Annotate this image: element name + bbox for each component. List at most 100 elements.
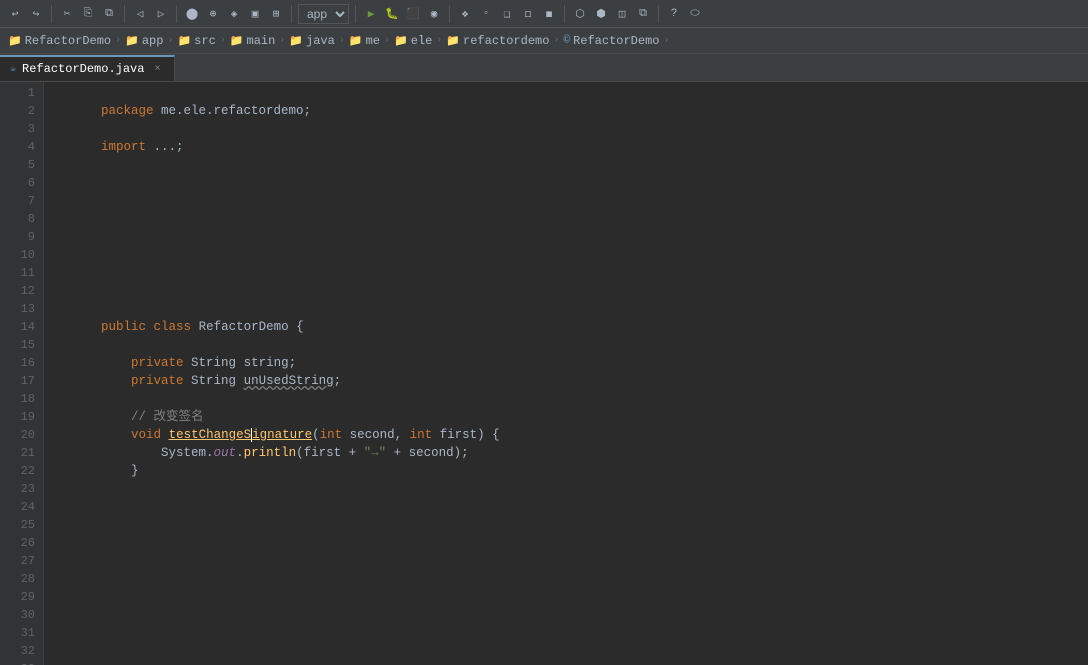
toolbar-run-icon[interactable]: ▶ <box>362 5 380 23</box>
toolbar-icon-7[interactable]: ◈ <box>225 5 243 23</box>
breadcrumb-class[interactable]: © RefactorDemo <box>563 34 659 48</box>
tab-refactordemo[interactable]: ☕ RefactorDemo.java × <box>0 55 175 81</box>
breadcrumb-class-label: RefactorDemo <box>573 34 659 48</box>
breadcrumb-project[interactable]: 📁 RefactorDemo <box>8 34 111 48</box>
toolbar-icon-20[interactable]: ⧉ <box>634 5 652 23</box>
breadcrumb-sep-4: › <box>279 35 285 46</box>
breadcrumb: 📁 RefactorDemo › 📁 app › 📁 src › 📁 main … <box>0 28 1088 54</box>
toolbar-icon-10[interactable]: ⬛ <box>404 5 422 23</box>
toolbar-icon-18[interactable]: ⬢ <box>592 5 610 23</box>
code-line-31 <box>56 624 1088 642</box>
code-line-11 <box>56 264 1088 282</box>
line-num-17: 17 <box>0 372 43 390</box>
java-folder-icon: 📁 <box>289 34 303 48</box>
toolbar: ↩ ↪ ✂ ⎘ ⧉ ◁ ▷ ⬤ ⊕ ◈ ▣ ⊞ app ▶ 🐛 ⬛ ◉ ❖ ◦ … <box>0 0 1088 28</box>
breadcrumb-sep-7: › <box>436 35 442 46</box>
app-folder-icon: 📁 <box>125 34 139 48</box>
toolbar-icon-forward[interactable]: ▷ <box>152 5 170 23</box>
breadcrumb-java[interactable]: 📁 java <box>289 34 335 48</box>
line-num-10: 10 <box>0 246 43 264</box>
toolbar-icon-copy[interactable]: ⎘ <box>79 5 97 23</box>
line-num-23: 23 <box>0 480 43 498</box>
line-num-9: 9 <box>0 228 43 246</box>
line-num-27: 27 <box>0 552 43 570</box>
code-line-33 <box>56 660 1088 665</box>
breadcrumb-sep-1: › <box>115 35 121 46</box>
breadcrumb-main[interactable]: 📁 main <box>230 34 276 48</box>
toolbar-icon-13[interactable]: ◦ <box>477 5 495 23</box>
line-numbers: 1 2 3 4 5 6 7 8 9 10 11 12 13 14 15 16 1… <box>0 82 44 665</box>
toolbar-icon-1[interactable]: ↩ <box>6 5 24 23</box>
toolbar-sep-2 <box>124 5 125 23</box>
editor: 1 2 3 4 5 6 7 8 9 10 11 12 13 14 15 16 1… <box>0 82 1088 665</box>
toolbar-icon-12[interactable]: ❖ <box>456 5 474 23</box>
line-num-15: 15 <box>0 336 43 354</box>
code-line-3: import ...; <box>56 120 1088 138</box>
breadcrumb-app-label: app <box>142 34 164 48</box>
toolbar-sep-4 <box>291 5 292 23</box>
toolbar-help-icon[interactable]: ? <box>665 5 683 23</box>
line-num-8: 8 <box>0 210 43 228</box>
line-num-3: 3 <box>0 120 43 138</box>
toolbar-icon-9[interactable]: ⊞ <box>267 5 285 23</box>
breadcrumb-sep-5: › <box>339 35 345 46</box>
toolbar-icon-15[interactable]: ◻ <box>519 5 537 23</box>
line-num-32: 32 <box>0 642 43 660</box>
toolbar-icon-16[interactable]: ◼ <box>540 5 558 23</box>
toolbar-debug-icon[interactable]: 🐛 <box>383 5 401 23</box>
breadcrumb-src-label: src <box>194 34 216 48</box>
line-num-12: 12 <box>0 282 43 300</box>
me-folder-icon: 📁 <box>349 34 363 48</box>
line-num-33: 33 <box>0 660 43 665</box>
line-num-13: 13 <box>0 300 43 318</box>
line-num-14: 14 <box>0 318 43 336</box>
toolbar-sep-1 <box>51 5 52 23</box>
code-line-6 <box>56 174 1088 192</box>
line-num-18: 18 <box>0 390 43 408</box>
code-area[interactable]: package me.ele.refactordemo; import ...;… <box>44 82 1088 665</box>
toolbar-icon-paste[interactable]: ⧉ <box>100 5 118 23</box>
code-line-28 <box>56 570 1088 588</box>
code-line-32 <box>56 642 1088 660</box>
breadcrumb-app[interactable]: 📁 app <box>125 34 163 48</box>
toolbar-icon-19[interactable]: ◫ <box>613 5 631 23</box>
toolbar-icon-2[interactable]: ↪ <box>27 5 45 23</box>
breadcrumb-me[interactable]: 📁 me <box>349 34 380 48</box>
breadcrumb-ele[interactable]: 📁 ele <box>394 34 432 48</box>
toolbar-icon-6[interactable]: ⊕ <box>204 5 222 23</box>
toolbar-sep-7 <box>564 5 565 23</box>
line-num-31: 31 <box>0 624 43 642</box>
toolbar-icon-14[interactable]: ❑ <box>498 5 516 23</box>
breadcrumb-me-label: me <box>366 34 380 48</box>
code-line-12 <box>56 282 1088 300</box>
toolbar-icon-17[interactable]: ⬡ <box>571 5 589 23</box>
line-num-4: 4 <box>0 138 43 156</box>
toolbar-icon-8[interactable]: ▣ <box>246 5 264 23</box>
project-folder-icon: 📁 <box>8 34 22 48</box>
code-line-8 <box>56 210 1088 228</box>
breadcrumb-refactordemo-pkg-label: refactordemo <box>463 34 549 48</box>
src-folder-icon: 📁 <box>177 34 191 48</box>
line-num-6: 6 <box>0 174 43 192</box>
toolbar-icon-back[interactable]: ◁ <box>131 5 149 23</box>
code-line-26 <box>56 534 1088 552</box>
toolbar-icon-11[interactable]: ◉ <box>425 5 443 23</box>
run-config-dropdown[interactable]: app <box>298 4 349 24</box>
line-num-5: 5 <box>0 156 43 174</box>
breadcrumb-refactordemo-pkg[interactable]: 📁 refactordemo <box>446 34 549 48</box>
code-line-22 <box>56 462 1088 480</box>
line-num-24: 24 <box>0 498 43 516</box>
breadcrumb-src[interactable]: 📁 src <box>177 34 215 48</box>
line-num-20: 20 <box>0 426 43 444</box>
toolbar-icon-5[interactable]: ⬤ <box>183 5 201 23</box>
toolbar-icon-21[interactable]: ⬭ <box>686 5 704 23</box>
toolbar-icon-cut[interactable]: ✂ <box>58 5 76 23</box>
tab-file-icon: ☕ <box>10 63 16 75</box>
code-line-9 <box>56 228 1088 246</box>
code-line-18: // 改变签名 <box>56 390 1088 408</box>
breadcrumb-chevron: › <box>663 35 669 46</box>
line-num-29: 29 <box>0 588 43 606</box>
breadcrumb-sep-8: › <box>553 35 559 46</box>
tab-close-button[interactable]: × <box>150 62 164 76</box>
code-line-19: void testChangeSignature(int second, int… <box>56 408 1088 426</box>
